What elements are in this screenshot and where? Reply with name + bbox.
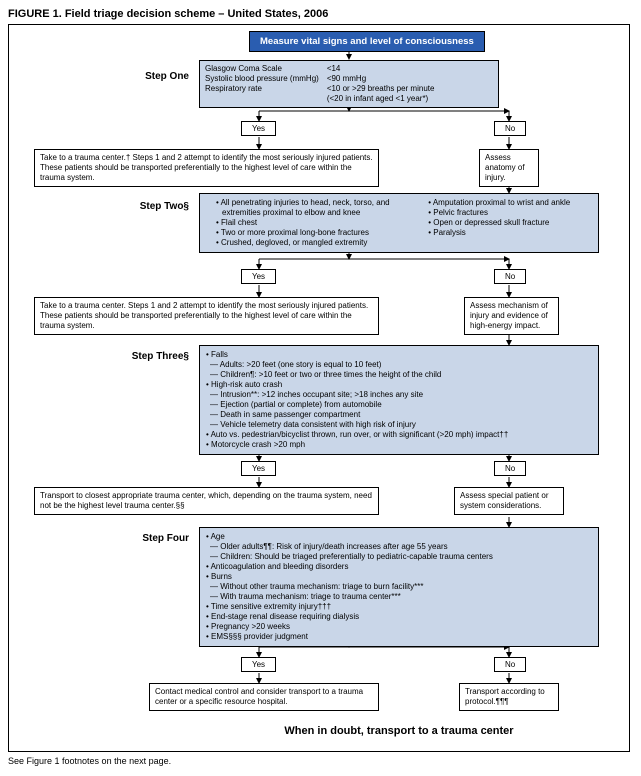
bottom-note: When in doubt, transport to a trauma cen… [199,725,599,737]
no-1: No [494,121,526,136]
diagram-frame: Measure vital signs and level of conscio… [8,24,630,752]
step-three-box: • FallsAdults: >20 feet (one story is eq… [199,345,599,455]
yes-3: Yes [241,461,276,476]
assess-3: Assess special patient or system conside… [454,487,564,515]
no-4: No [494,657,526,672]
step-one-box: Glasgow Coma Scale<14Systolic blood pres… [199,60,499,108]
step-four-label: Step Four [121,533,189,544]
step-two-label: Step Two§ [121,201,189,212]
step-three-label: Step Three§ [109,351,189,362]
assess-2: Assess mechanism of injury and evidence … [464,297,559,335]
assess-1: Assess anatomy of injury. [479,149,539,187]
yes-1: Yes [241,121,276,136]
yes-4: Yes [241,657,276,672]
header-box: Measure vital signs and level of conscio… [249,31,485,52]
no-2: No [494,269,526,284]
take-3: Transport to closest appropriate trauma … [34,487,379,515]
take-2: Take to a trauma center. Steps 1 and 2 a… [34,297,379,335]
footnote: See Figure 1 footnotes on the next page. [8,756,633,766]
yes-2: Yes [241,269,276,284]
no-3: No [494,461,526,476]
figure-title: FIGURE 1. Field triage decision scheme –… [8,8,633,20]
take-1: Take to a trauma center.† Steps 1 and 2 … [34,149,379,187]
step-four-box: • AgeOlder adults¶¶: Risk of injury/deat… [199,527,599,647]
contact-box: Contact medical control and consider tra… [149,683,379,711]
step-one-label: Step One [129,71,189,82]
transport-box: Transport according to protocol.¶¶¶ [459,683,559,711]
step-two-box: All penetrating injuries to head, neck, … [199,193,599,253]
